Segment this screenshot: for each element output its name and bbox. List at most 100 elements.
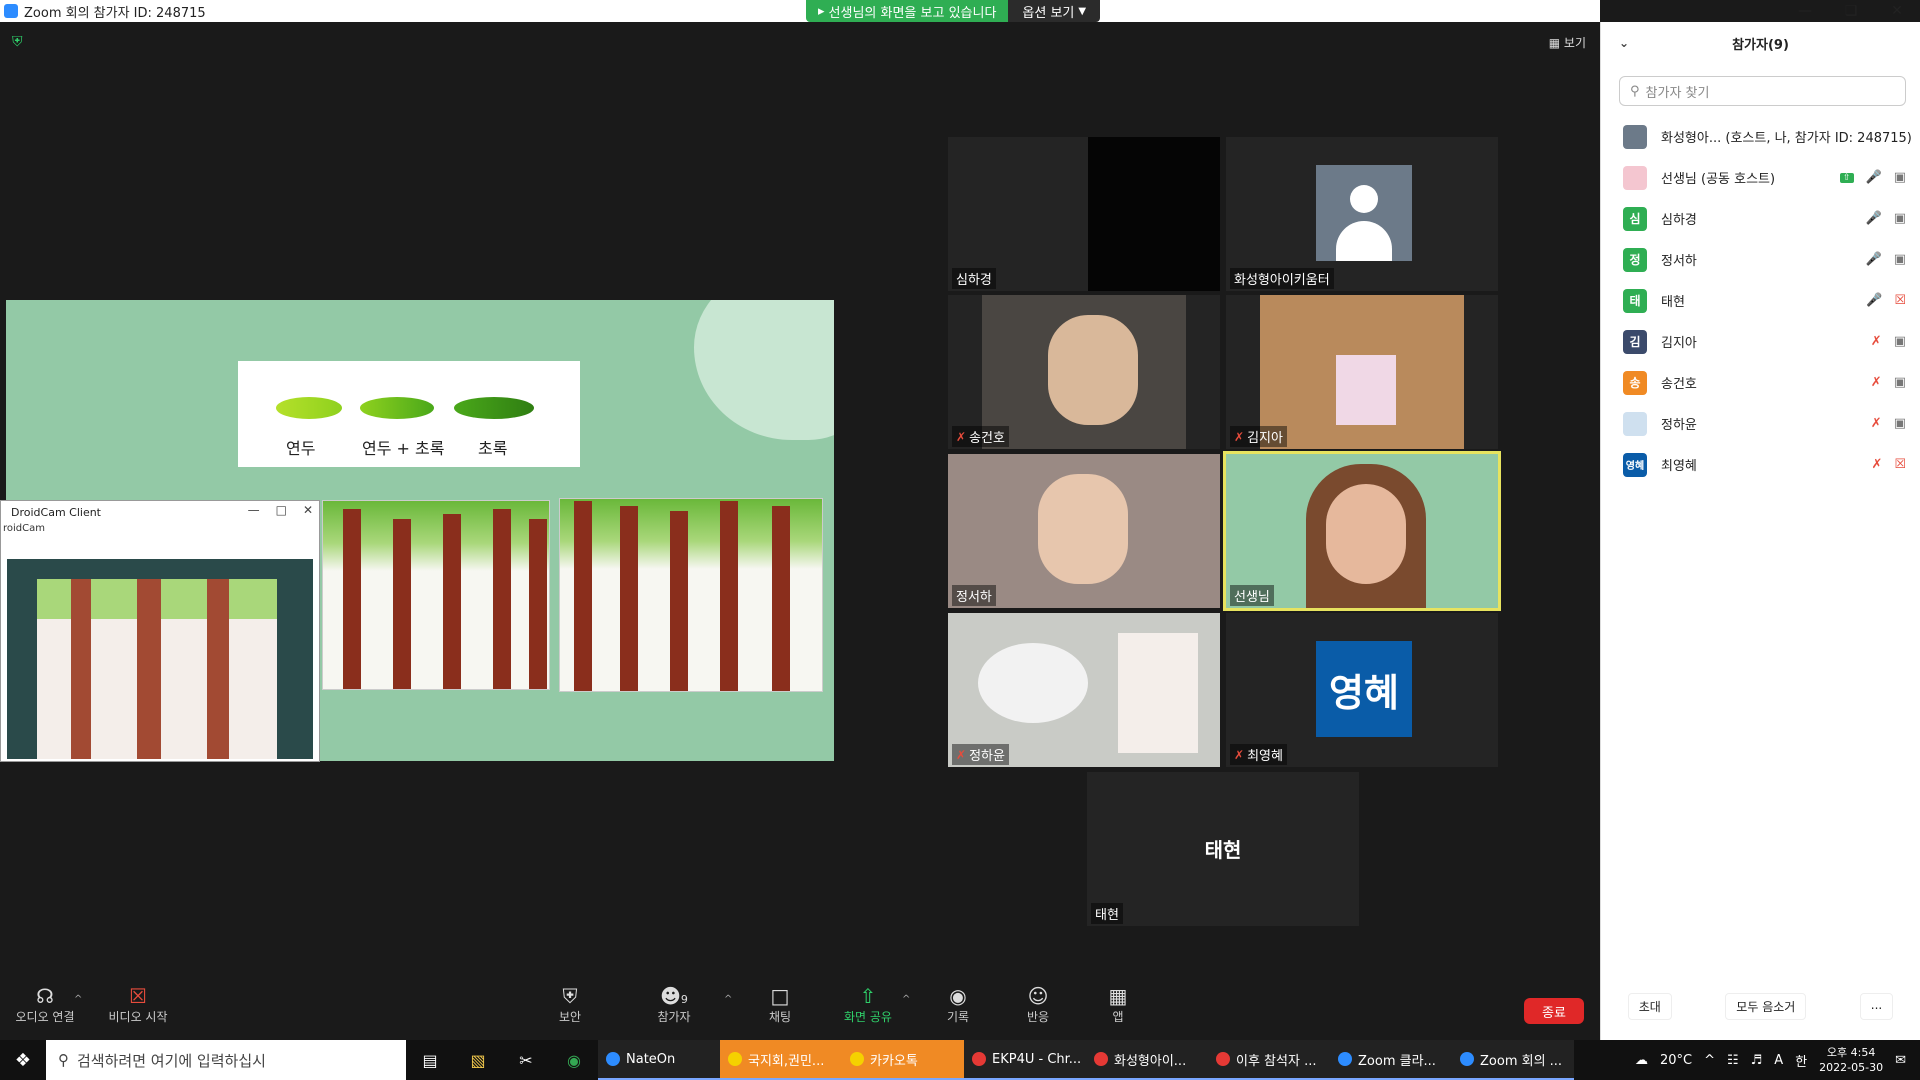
color-swatch-card: 연두 연두 + 초록 초록 [238, 361, 580, 467]
maximize-icon[interactable]: □ [276, 503, 287, 517]
participant-name: 정서하 [952, 585, 996, 606]
zoom-icon [1460, 1052, 1474, 1066]
video-tile[interactable]: 정서하 [948, 454, 1220, 608]
participant-name: 심하경 [952, 268, 996, 289]
taskbar-app[interactable]: Zoom 회의 ... [1452, 1040, 1574, 1080]
close-icon[interactable]: ✕ [303, 503, 313, 517]
chat-icon: □ [770, 984, 790, 1008]
end-meeting-button[interactable]: 종료 [1524, 998, 1584, 1024]
video-button[interactable]: ☒ 비디오 시작 [98, 984, 178, 1025]
security-button[interactable]: ⛨ 보안 [530, 984, 610, 1025]
mic-muted-icon: ✗ [1870, 334, 1882, 349]
participant-row[interactable]: 영혜 최영혜 ✗ ☒ [1601, 444, 1920, 485]
shield-icon[interactable]: ⛨ [12, 34, 28, 50]
sharing-icon: ⇧ [1839, 172, 1854, 183]
people-icon: ☻9 [660, 984, 688, 1008]
taskbar-app[interactable]: EKP4U - Chr... [964, 1040, 1086, 1080]
participant-row[interactable]: 선생님 (공동 호스트) ⇧ 🎤 ▣ [1601, 157, 1920, 198]
reactions-button[interactable]: ☺ 반응 [998, 984, 1078, 1025]
volume-icon[interactable]: ♬ [1751, 1053, 1763, 1068]
task-view-icon[interactable]: ▤ [406, 1040, 454, 1080]
ime-a-indicator[interactable]: A [1774, 1053, 1783, 1068]
shield-icon: ⛨ [562, 984, 578, 1008]
minimize-icon[interactable]: — [1782, 0, 1828, 22]
chat-button[interactable]: □ 채팅 [740, 984, 820, 1025]
participant-row[interactable]: 태 태현 🎤 ☒ [1601, 280, 1920, 321]
apps-button[interactable]: ▦ 앱 [1078, 984, 1158, 1025]
camera-icon: ▣ [1893, 416, 1906, 431]
participant-row[interactable]: 정하윤 ✗ ▣ [1601, 403, 1920, 444]
camera-icon: ▣ [1893, 252, 1906, 267]
close-icon[interactable]: ✕ [1874, 0, 1920, 22]
invite-button[interactable]: 초대 [1627, 993, 1672, 1020]
share-caret-icon[interactable]: ^ [902, 994, 910, 1005]
video-tile[interactable]: ✗ 김지아 [1226, 295, 1498, 449]
weather-temperature[interactable]: 20°C [1660, 1053, 1692, 1068]
taskbar-app[interactable]: 이후 참석자 ... [1208, 1040, 1330, 1080]
participant-name: ✗ 정하윤 [952, 744, 1009, 765]
chrome-icon [1094, 1052, 1108, 1066]
taskbar-search-input[interactable]: ⚲ 검색하려면 여기에 입력하십시 [46, 1040, 406, 1080]
chevron-up-icon[interactable]: ^ [1704, 1053, 1715, 1068]
droidcam-titlebar[interactable]: DroidCam Client — □ ✕ [1, 501, 319, 523]
window-title: Zoom 회의 참가자 ID: 248715 [24, 5, 206, 21]
weather-icon[interactable]: ☁ [1635, 1053, 1648, 1068]
more-button[interactable]: ... [1859, 993, 1894, 1020]
participant-row[interactable]: 송 송건호 ✗ ▣ [1601, 362, 1920, 403]
audio-button[interactable]: ☊ 오디오 연결 [5, 984, 85, 1025]
collapse-chevron-icon[interactable]: ⌄ [1619, 36, 1629, 50]
chrome-icon[interactable]: ◉ [550, 1040, 598, 1080]
taskbar-app[interactable]: 화성형아이... [1086, 1040, 1208, 1080]
video-tile[interactable]: ✗ 정하윤 [948, 613, 1220, 767]
record-button[interactable]: ◉ 기록 [918, 984, 998, 1025]
participant-row[interactable]: 화성형아... (호스트, 나, 참가자 ID: 248715) [1601, 116, 1920, 157]
video-tile[interactable]: 화성형아이키움터 [1226, 137, 1498, 291]
video-tile[interactable]: 영혜 ✗ 최영혜 [1226, 613, 1498, 767]
video-tile[interactable]: 심하경 [948, 137, 1220, 291]
clock[interactable]: 오후 4:54 2022-05-30 [1819, 1045, 1883, 1075]
title-bar: Zoom 회의 참가자 ID: 248715 [0, 0, 1600, 22]
kakao-chat-icon [728, 1052, 742, 1066]
video-tile-active-speaker[interactable]: 선생님 [1223, 451, 1501, 611]
participant-row[interactable]: 심 심하경 🎤 ▣ [1601, 198, 1920, 239]
smiley-icon: ☺ [1027, 984, 1049, 1008]
taskbar-app[interactable]: 카카오톡 [842, 1040, 964, 1080]
participant-avatar: 김 [1623, 329, 1647, 354]
view-button[interactable]: ▦ 보기 [1549, 34, 1586, 51]
participants-caret-icon[interactable]: ^ [724, 994, 732, 1005]
share-screen-button[interactable]: ⇧ 화면 공유 [828, 984, 908, 1025]
view-options-button[interactable]: 옵션 보기 ▼ [1008, 0, 1101, 22]
snipping-tool-icon[interactable]: ✂ [502, 1040, 550, 1080]
video-off-icon: ☒ [129, 984, 147, 1008]
taskbar-app[interactable]: NateOn [598, 1040, 720, 1080]
name-placeholder: 태현 [1204, 838, 1242, 862]
network-icon[interactable]: ☷ [1727, 1053, 1739, 1068]
taskbar-app[interactable]: Zoom 클라... [1330, 1040, 1452, 1080]
participant-name: ✗ 김지아 [1230, 426, 1287, 447]
notification-icon[interactable]: ✉ [1895, 1053, 1906, 1068]
droidcam-window[interactable]: DroidCam Client — □ ✕ roidCam [0, 500, 320, 762]
participants-button[interactable]: ☻9 참가자 [634, 984, 714, 1025]
camera-off-icon: ☒ [1894, 293, 1906, 308]
participant-row[interactable]: 김 김지아 ✗ ▣ [1601, 321, 1920, 362]
restore-icon[interactable]: ❏ [1828, 0, 1874, 22]
mute-all-button[interactable]: 모두 음소거 [1725, 993, 1807, 1020]
mic-muted-icon: ✗ [1870, 416, 1882, 431]
minimize-icon[interactable]: — [248, 503, 260, 517]
file-explorer-icon[interactable]: ▧ [454, 1040, 502, 1080]
participant-avatar: 정 [1623, 247, 1647, 272]
droidcam-menu[interactable]: roidCam [1, 523, 319, 543]
audio-caret-icon[interactable]: ^ [74, 994, 82, 1005]
ime-indicator[interactable]: 한 [1795, 1051, 1807, 1070]
chevron-down-icon: ▼ [1078, 5, 1087, 17]
participant-row[interactable]: 정 정서하 🎤 ▣ [1601, 239, 1920, 280]
swatch-label: 연두 [286, 439, 316, 458]
participant-search-input[interactable]: ⚲ 참가자 찾기 [1619, 76, 1906, 106]
participant-avatar: 영혜 [1623, 452, 1647, 477]
windows-start-icon[interactable]: ❖ [0, 1040, 46, 1080]
search-icon: ⚲ [1630, 83, 1640, 99]
search-icon: ⚲ [58, 1051, 69, 1069]
taskbar-app[interactable]: 국지회,권민... [720, 1040, 842, 1080]
video-tile[interactable]: ✗ 송건호 [948, 295, 1220, 449]
video-tile[interactable]: 태현 태현 [1087, 772, 1359, 926]
